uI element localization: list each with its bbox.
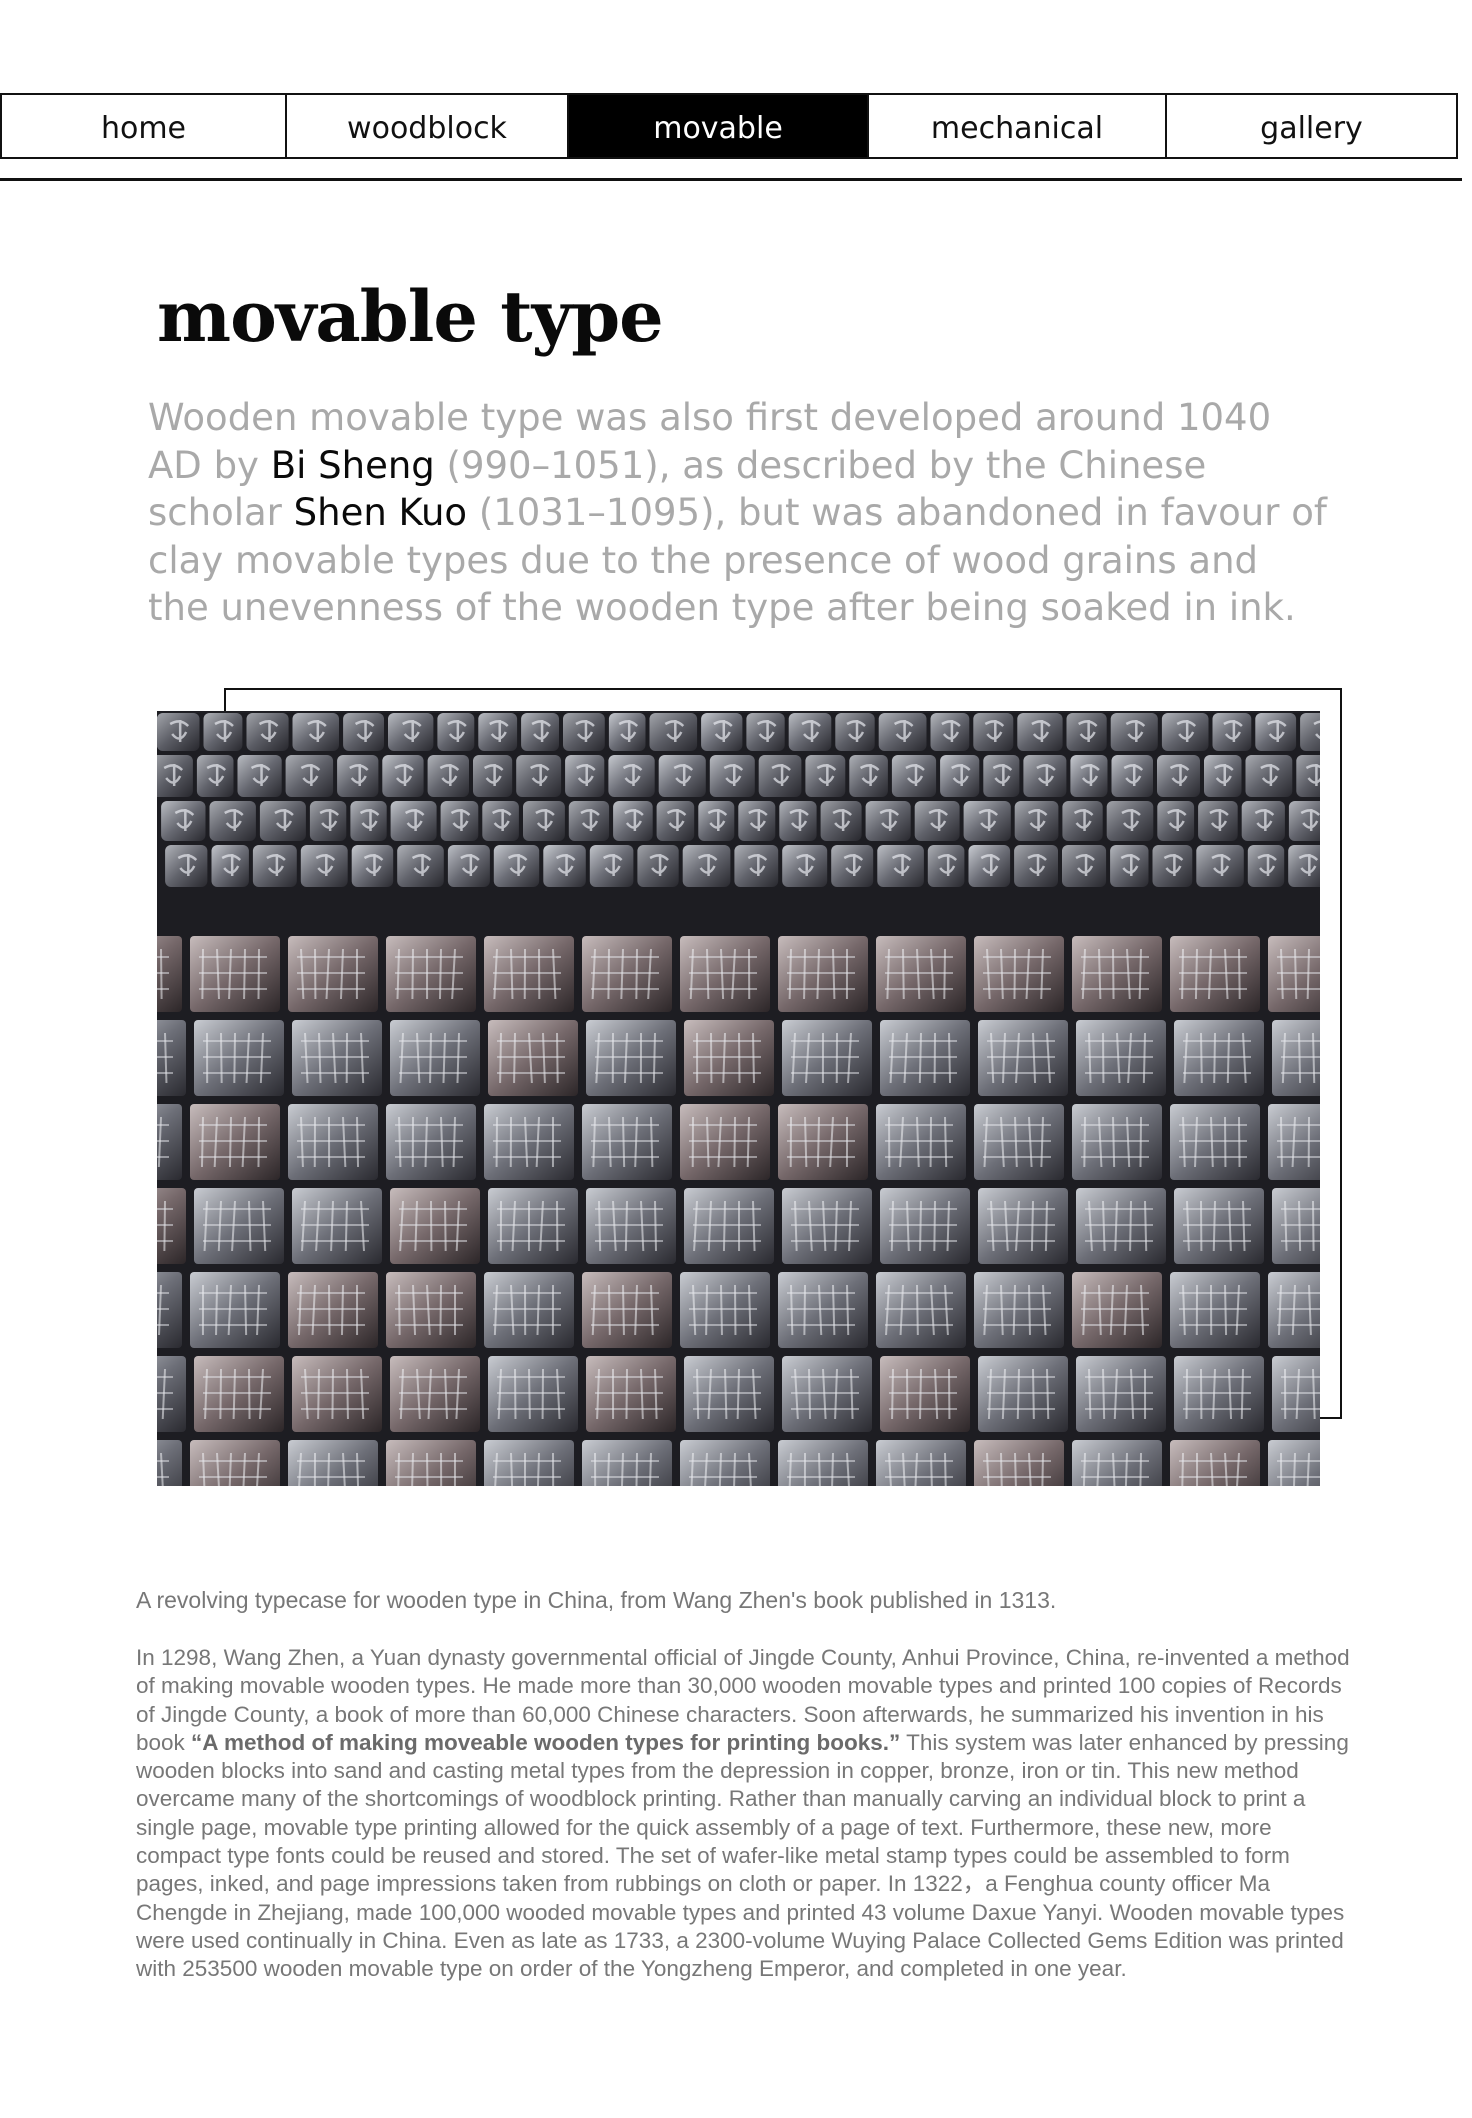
movable-type-photo <box>157 711 1320 1486</box>
nav-divider <box>0 178 1462 181</box>
image-caption: A revolving typecase for wooden type in … <box>136 1587 1057 1613</box>
page-title: movable type <box>157 275 664 358</box>
nav-woodblock[interactable]: woodblock <box>287 95 569 157</box>
main-nav: home woodblock movable mechanical galler… <box>0 93 1458 159</box>
nav-movable[interactable]: movable <box>569 95 869 157</box>
body-text: This system was later enhanced by pressi… <box>136 1729 1349 1982</box>
nav-mechanical[interactable]: mechanical <box>869 95 1167 157</box>
lead-paragraph: Wooden movable type was also first devel… <box>148 394 1328 632</box>
nav-gallery[interactable]: gallery <box>1167 95 1456 157</box>
body-paragraph: In 1298, Wang Zhen, a Yuan dynasty gover… <box>136 1644 1356 1984</box>
shen-kuo-link[interactable]: Shen Kuo <box>294 491 467 534</box>
book-title: “A method of making moveable wooden type… <box>191 1729 901 1755</box>
bi-sheng-link[interactable]: Bi Sheng <box>271 444 435 487</box>
metal-type-image <box>157 711 1320 1486</box>
nav-home[interactable]: home <box>2 95 287 157</box>
